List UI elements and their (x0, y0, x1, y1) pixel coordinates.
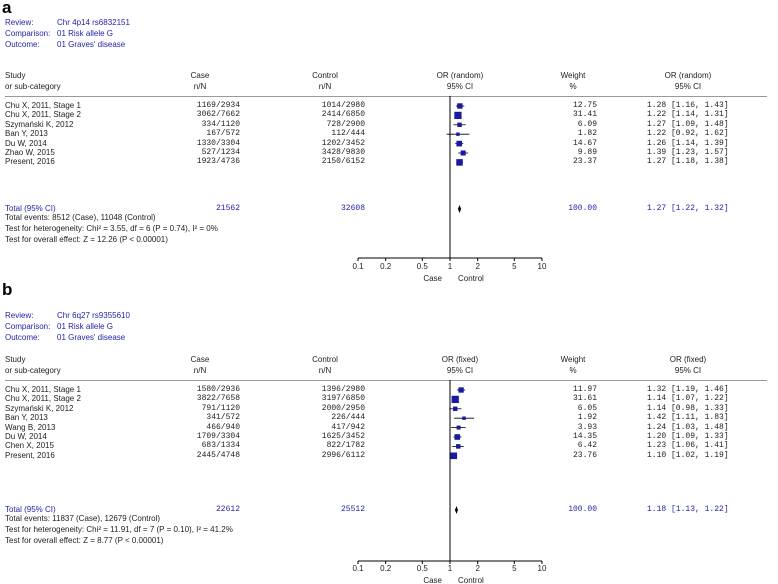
axis-label-control: Control (458, 274, 484, 283)
x-tick-label: 10 (538, 564, 547, 573)
study-marker (462, 416, 466, 420)
study-marker (456, 159, 463, 166)
pooled-diamond (457, 205, 462, 213)
study-marker (454, 111, 462, 120)
x-tick-label: 0.1 (352, 262, 364, 271)
study-marker (456, 140, 463, 147)
x-tick-label: 0.5 (417, 262, 429, 271)
x-tick-label: 1 (448, 262, 453, 271)
x-tick-label: 0.2 (380, 564, 392, 573)
x-tick-label: 2 (475, 564, 480, 573)
forest-panel-a: a Review: Chr 4p14 rs6832151 Comparison: 0… (0, 0, 778, 290)
study-marker (457, 122, 462, 128)
x-tick-label: 5 (512, 262, 517, 271)
forest-plot-a: 0.1 0.2 0.5 1 2 5 10 Case Control (352, 96, 547, 283)
study-marker (456, 132, 460, 136)
x-tick-label: 0.1 (352, 564, 364, 573)
axis-label-case: Case (423, 274, 442, 283)
study-marker (454, 434, 461, 440)
x-tick-label: 10 (538, 262, 547, 271)
forest-plot-b: 0.1 0.2 0.5 1 2 5 10 Case Control (352, 380, 547, 584)
x-tick-label: 0.5 (417, 564, 429, 573)
study-marker (450, 452, 458, 460)
forest-panel-b: b Review: Chr 6q27 rs9355610 Comparison: 0… (0, 280, 778, 584)
study-marker (457, 103, 463, 109)
x-tick-label: 2 (475, 262, 480, 271)
study-marker (458, 387, 464, 393)
study-marker (456, 444, 461, 449)
study-marker (456, 425, 461, 430)
axis-label-control: Control (458, 576, 484, 584)
pooled-diamond (454, 506, 458, 514)
study-marker (453, 406, 458, 412)
study-marker (460, 150, 466, 156)
axis-label-case: Case (423, 576, 442, 584)
x-tick-label: 5 (512, 564, 517, 573)
x-tick-label: 1 (448, 564, 453, 573)
study-marker (451, 395, 459, 404)
x-tick-label: 0.2 (380, 262, 392, 271)
